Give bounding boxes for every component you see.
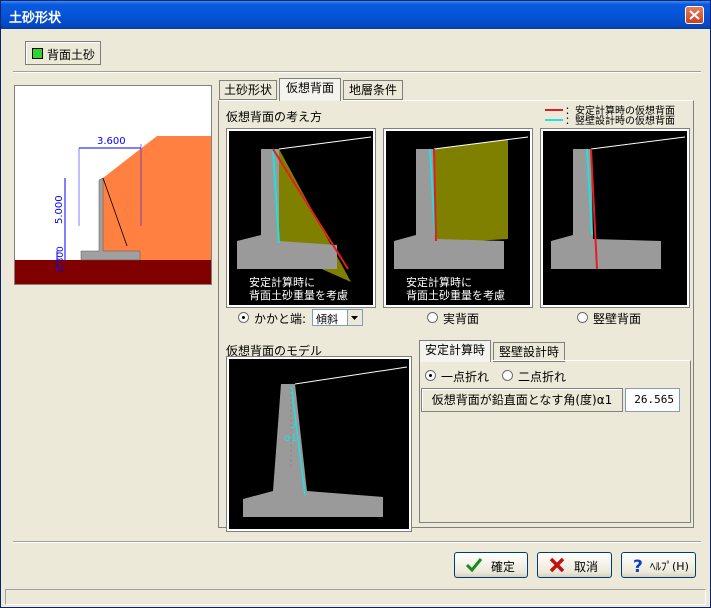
heel-combo[interactable]: 傾斜 xyxy=(312,309,363,326)
angle-input[interactable]: 26.565 xyxy=(625,388,680,412)
legend-wall: ：竪壁設計時の仮想背面 xyxy=(545,114,695,127)
dim-width-label: 3.600 xyxy=(97,136,126,147)
tab-soil-shape-label: 土砂形状 xyxy=(223,83,272,97)
tab-strata-label: 地層条件 xyxy=(348,83,397,97)
radio-heel-end-label: かかと端: xyxy=(254,312,307,326)
radio-two-bend[interactable] xyxy=(502,370,513,381)
ok-button[interactable]: 確定 xyxy=(454,552,528,578)
tab-soil-shape[interactable]: 土砂形状 xyxy=(219,80,277,100)
caption1-line2: 背面土砂重量を考慮 xyxy=(249,288,348,302)
radio-actual-back[interactable] xyxy=(427,312,438,323)
radio-heel-end[interactable] xyxy=(238,312,249,323)
help-button-label: ﾍﾙﾌﾟ(H) xyxy=(650,560,689,573)
radio-wall-back-label: 竪壁背面 xyxy=(593,312,642,326)
soil-preview-drawing: 3.600 5.000 0.300 xyxy=(15,136,211,284)
radio-two-bend-label: 二点折れ xyxy=(518,370,567,384)
concept-image-wall-drawing xyxy=(551,136,686,270)
green-square-icon xyxy=(32,48,43,59)
cross-icon xyxy=(549,557,565,573)
subtab-stability-label: 安定計算時 xyxy=(424,343,485,357)
alpha-label: α1 xyxy=(284,433,297,444)
soil-preview: 3.600 5.000 0.300 xyxy=(14,85,212,285)
tab-virtual-back[interactable]: 仮想背面 xyxy=(279,78,341,101)
caption2-line1: 安定計算時に xyxy=(406,275,472,289)
group-tab-back-soil[interactable]: 背面土砂 xyxy=(25,41,101,65)
close-icon xyxy=(689,10,700,20)
model-image: α1 xyxy=(227,357,411,531)
help-button[interactable]: ? ﾍﾙﾌﾟ(H) xyxy=(621,552,696,578)
window-title: 土砂形状 xyxy=(9,11,62,26)
cancel-button[interactable]: 取消 xyxy=(537,552,612,578)
status-bar xyxy=(5,589,706,605)
chevron-down-icon xyxy=(351,316,358,320)
concept-image-actual[interactable]: 安定計算時に 背面土砂重量を考慮 xyxy=(384,129,532,307)
subtab-stability[interactable]: 安定計算時 xyxy=(419,340,491,362)
concept-image-slope[interactable]: 安定計算時に 背面土砂重量を考慮 xyxy=(227,129,375,307)
separator-top xyxy=(13,71,701,73)
legend-cyan-line xyxy=(545,119,563,121)
caption1-line1: 安定計算時に xyxy=(249,275,315,289)
heel-combo-value: 傾斜 xyxy=(316,313,338,326)
concept-image-wall[interactable] xyxy=(541,129,689,307)
cancel-button-label: 取消 xyxy=(574,560,599,574)
legend-wall-text: ：竪壁設計時の仮想背面 xyxy=(565,116,675,127)
dim-height-label: 5.000 xyxy=(54,195,65,224)
title-bar[interactable]: 土砂形状 xyxy=(1,1,710,29)
legend-red-line xyxy=(545,109,563,111)
dialog-window: 土砂形状 背面土砂 3.600 5.000 0.300 土砂形状 仮想背面 地層… xyxy=(0,0,711,608)
subtab-wall-design-label: 竪壁設計時 xyxy=(498,345,559,359)
group-tab-label: 背面土砂 xyxy=(47,48,96,62)
tab-strata[interactable]: 地層条件 xyxy=(343,80,403,100)
radio-actual-back-label: 実背面 xyxy=(443,312,480,326)
concept-image-slope-drawing: 安定計算時に 背面土砂重量を考慮 xyxy=(237,136,372,302)
radio-wall-back[interactable] xyxy=(577,312,588,323)
question-icon: ? xyxy=(633,557,643,575)
concept-image-actual-drawing: 安定計算時に 背面土砂重量を考慮 xyxy=(394,136,529,302)
model-image-drawing: α1 xyxy=(243,366,408,517)
subtab-wall-design[interactable]: 竪壁設計時 xyxy=(493,342,565,362)
svg-text:?: ? xyxy=(633,557,643,575)
tab-virtual-back-label: 仮想背面 xyxy=(285,81,334,95)
combo-arrow[interactable] xyxy=(347,310,362,325)
radio-one-bend-label: 一点折れ xyxy=(441,370,490,384)
ok-button-label: 確定 xyxy=(491,560,516,574)
dim-small-label: 0.300 xyxy=(56,246,66,272)
separator-bottom xyxy=(13,541,701,543)
radio-one-bend[interactable] xyxy=(425,370,436,381)
close-button[interactable] xyxy=(685,6,704,24)
check-icon xyxy=(465,558,483,573)
angle-label: 仮想背面が鉛直面となす角(度)α1 xyxy=(421,388,623,412)
concept-heading: 仮想背面の考え方 xyxy=(226,110,323,124)
caption2-line2: 背面土砂重量を考慮 xyxy=(406,288,505,302)
